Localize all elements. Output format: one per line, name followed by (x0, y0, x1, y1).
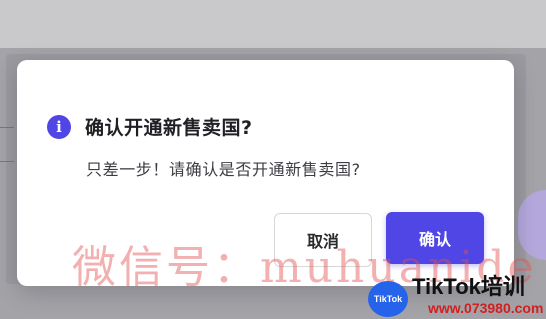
background-header (0, 0, 546, 48)
dialog-message: 只差一步！请确认是否开通新售卖国? (86, 160, 361, 179)
tiktok-logo-icon: TikTok (368, 281, 408, 317)
site-url-watermark: www.073980.com (428, 300, 544, 316)
dialog-header: i 确认开通新售卖国? (47, 113, 253, 140)
background-tab-underline (0, 127, 14, 128)
info-icon: i (47, 114, 71, 139)
background-tab-underline (0, 161, 14, 162)
tiktok-brand-watermark: TikTok培训 (412, 274, 525, 299)
dialog-title: 确认开通新售卖国? (85, 117, 253, 139)
